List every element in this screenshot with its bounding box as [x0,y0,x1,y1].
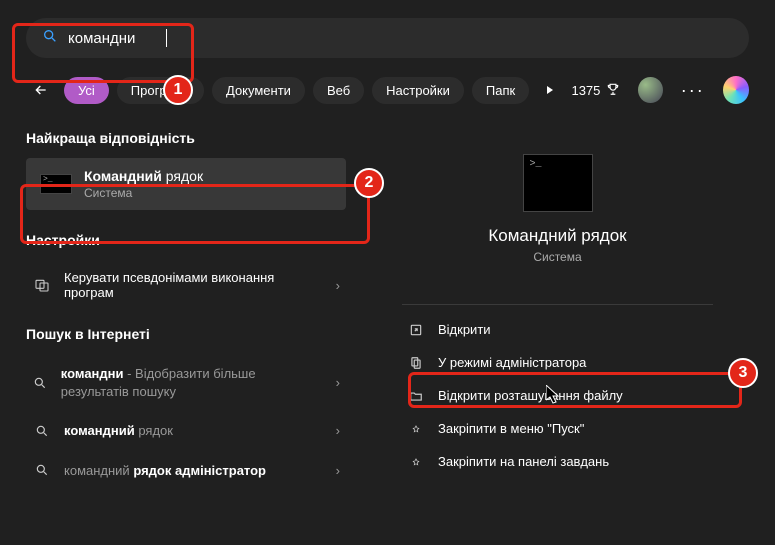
copilot-icon[interactable] [723,76,749,104]
filter-settings[interactable]: Настройки [372,77,464,104]
action-label: Закріпити в меню "Пуск" [438,421,584,436]
filter-all[interactable]: Усі [64,77,109,104]
filter-folders[interactable]: Папк [472,77,529,104]
action-label: Закріпити на панелі завдань [438,454,609,469]
search-icon [42,28,58,49]
action-label: Відкрити розташування файлу [438,388,623,403]
action-label: Відкрити [438,322,491,337]
rewards-points: 1375 [571,83,600,98]
results-column: Найкраща відповідність Командний рядок С… [26,124,346,490]
pin-icon [408,455,424,469]
web-result-label: командний рядок адміністратор [64,462,266,480]
filter-apps[interactable]: Програми [117,77,204,104]
divider [402,304,713,305]
action-open[interactable]: Відкрити [398,313,717,346]
text-cursor [166,29,167,47]
web-result-label: командни - Відобразити більше результаті… [61,365,324,400]
detail-title: Командний рядок [366,226,749,246]
action-label: У режимі адміністратора [438,355,586,370]
open-icon [408,323,424,337]
action-run-as-admin[interactable]: У режимі адміністратора [398,346,717,379]
folder-icon [408,389,424,403]
settings-item-aliases[interactable]: Керувати псевдонімами виконання програм … [26,260,346,310]
filter-more-button[interactable] [537,76,563,104]
chevron-right-icon: › [336,375,340,390]
web-result-3[interactable]: командний рядок адміністратор › [26,451,346,491]
trophy-icon [606,82,620,99]
web-result-label: командний рядок [64,422,173,440]
chevron-right-icon: › [336,463,340,478]
best-match-header: Найкраща відповідність [26,130,346,146]
action-open-location[interactable]: Відкрити розташування файлу [398,379,717,412]
command-prompt-icon [40,174,72,194]
filter-docs[interactable]: Документи [212,77,305,104]
action-pin-taskbar[interactable]: Закріпити на панелі завдань [398,445,717,478]
filter-row: Усі Програми Документи Веб Настройки Пап… [0,74,775,124]
best-match-subtitle: Система [84,186,203,200]
detail-panel: Командний рядок Система Відкрити У режим… [366,124,749,490]
internet-header: Пошук в Інтернеті [26,326,346,342]
detail-subtitle: Система [366,250,749,264]
settings-header: Настройки [26,232,346,248]
search-icon [32,376,49,390]
search-bar[interactable] [26,18,749,58]
search-icon [32,463,52,477]
filter-web[interactable]: Веб [313,77,364,104]
best-match-item[interactable]: Командний рядок Система [26,158,346,210]
web-result-1[interactable]: командни - Відобразити більше результаті… [26,354,346,411]
command-prompt-icon [523,154,593,212]
settings-icon [32,277,52,293]
pin-icon [408,422,424,436]
avatar[interactable] [638,77,662,103]
more-button[interactable]: ··· [681,80,705,101]
best-match-title: Командний рядок [84,168,203,184]
shield-icon [408,356,424,370]
search-input[interactable] [68,30,733,47]
rewards-indicator[interactable]: 1375 [571,82,620,99]
back-button[interactable] [26,74,56,106]
settings-item-label: Керувати псевдонімами виконання програм [64,270,284,300]
web-result-2[interactable]: командний рядок › [26,411,346,451]
search-icon [32,424,52,438]
chevron-right-icon: › [336,423,340,438]
chevron-right-icon: › [336,278,340,293]
action-pin-start[interactable]: Закріпити в меню "Пуск" [398,412,717,445]
